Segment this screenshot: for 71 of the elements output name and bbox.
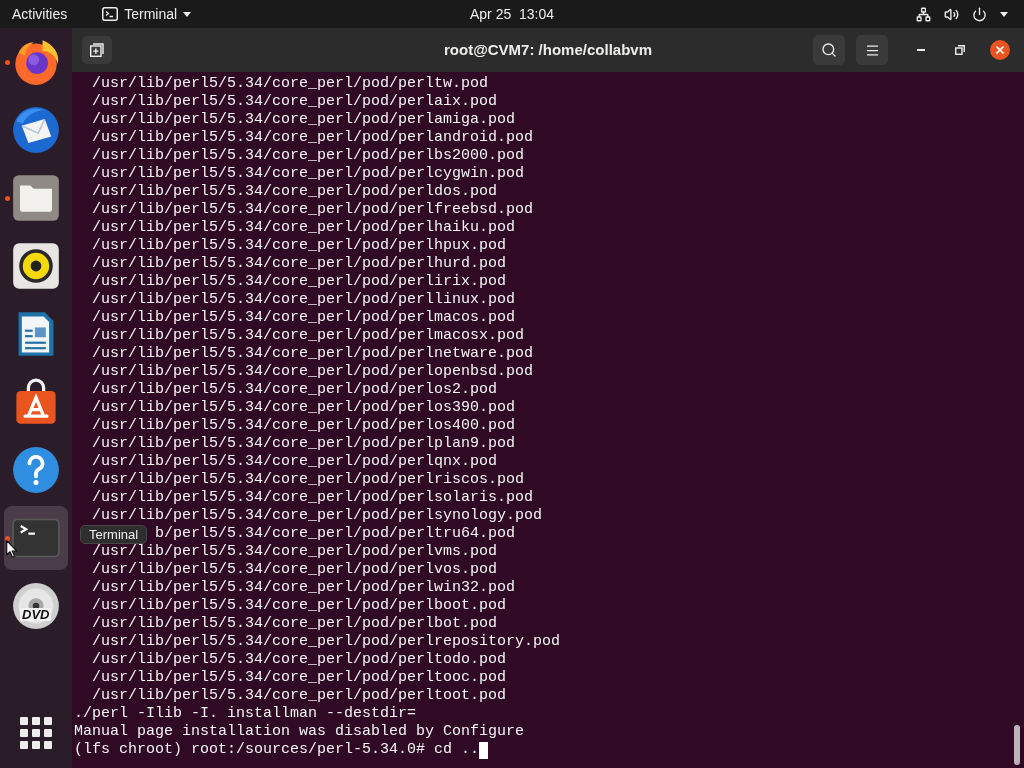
terminal-line: /usr/lib/perl5/5.34/core_perl/pod/perlvos.pod	[92, 561, 498, 578]
tooltip: Terminal	[80, 525, 148, 544]
minimize-icon	[917, 49, 925, 51]
terminal-line: /usr/lib/perl5/5.34/core_perl/pod/perlboot.pod	[92, 597, 507, 614]
terminal-line: /usr/lib/perl5/5.34/core_perl/pod/perlplan9.pod	[92, 435, 516, 452]
menu-button[interactable]	[856, 35, 888, 65]
scrollbar-thumb[interactable]	[1014, 725, 1020, 765]
terminal-line: /usr/lib/perl5/5.34/core_perl/pod/perlbot.pod	[92, 615, 498, 632]
network-icon	[916, 6, 931, 22]
caret-down-icon	[1000, 11, 1008, 17]
close-button[interactable]	[990, 40, 1010, 60]
terminal-line: /usr/lib/perl5/5.34/core_perl/pod/perlmacos.pod	[92, 309, 516, 326]
terminal-line: /usr/lib/perl5/5.34/core_perl/pod/perltoot.pod	[92, 687, 507, 704]
terminal-line: /usr/lib/perl5/5.34/core_perl/pod/perlvms.pod	[92, 543, 498, 560]
terminal-line: /usr/lib/perl5/5.34/core_perl/pod/perlsolaris.pod	[92, 489, 534, 506]
terminal-line: /usr/lib/perl5/5.34/core_perl/pod/perlamiga.pod	[92, 111, 516, 128]
dock-launcher[interactable]: DVD	[4, 574, 68, 638]
envelope-icon	[12, 106, 60, 154]
terminal-line: /usr/lib/perl5/5.34/core_perl/pod/perlqnx.pod	[92, 453, 498, 470]
new-tab-button[interactable]	[82, 36, 112, 64]
terminal-line: /usr/lib/perl5/5.34/core_perl/pod/perlbs2000.pod	[92, 147, 525, 164]
terminal-line: /usr/lib/perl5/5.34/core_perl/pod/perlwin32.pod	[92, 579, 516, 596]
speaker-icon	[12, 242, 60, 290]
grid-icon	[20, 717, 52, 749]
activities-button[interactable]: Activities	[0, 0, 80, 28]
terminal-line: /usr/lib/perl5/5.34/core_perl/pod/perlopenbsd.pod	[92, 363, 534, 380]
terminal-line: /usr/lib/perl5/5.34/core_perl/pod/perlrepository.pod	[92, 633, 561, 650]
terminal-line: b/perl5/5.34/core_perl/pod/perltru64.pod	[155, 525, 516, 542]
clock-button[interactable]: Apr 25 13:04	[459, 0, 565, 28]
power-icon	[972, 6, 987, 22]
terminal-line: /usr/lib/perl5/5.34/core_perl/pod/perlhpux.pod	[92, 237, 507, 254]
restore-icon	[955, 45, 965, 55]
close-icon	[996, 46, 1004, 54]
terminal-icon	[102, 7, 119, 21]
app-menu-button[interactable]: Terminal	[94, 0, 200, 28]
folder-icon	[12, 174, 60, 222]
terminal-line: /usr/lib/perl5/5.34/core_perl/pod/perltooc.pod	[92, 669, 507, 686]
terminal-line: /usr/lib/perl5/5.34/core_perl/pod/perlriscos.pod	[92, 471, 525, 488]
caret-down-icon	[183, 11, 192, 17]
terminal-line: /usr/lib/perl5/5.34/core_perl/pod/perlcygwin.pod	[92, 165, 525, 182]
terminal-line: /usr/lib/perl5/5.34/core_perl/pod/perlhurd.pod	[92, 255, 507, 272]
disc-label: DVD	[20, 608, 52, 621]
flame-globe-icon	[12, 38, 60, 86]
terminal-line: ./perl -Ilib -I. installman --destdir=	[74, 705, 417, 722]
new-tab-icon	[90, 43, 104, 57]
terminal-line: /usr/lib/perl5/5.34/core_perl/pod/perltodo.pod	[92, 651, 507, 668]
terminal-line: /usr/lib/perl5/5.34/core_perl/pod/perlfreebsd.pod	[92, 201, 534, 218]
help-icon	[12, 446, 60, 494]
terminal-line: /usr/lib/perl5/5.34/core_perl/pod/perlaix.pod	[92, 93, 498, 110]
search-button[interactable]	[813, 35, 845, 65]
terminal-line: /usr/lib/perl5/5.34/core_perl/pod/perlos390.pod	[92, 399, 516, 416]
terminal-line: /usr/lib/perl5/5.34/core_perl/pod/perldos.pod	[92, 183, 498, 200]
cursor-block-icon	[479, 741, 489, 759]
terminal-line: /usr/lib/perl5/5.34/core_perl/pod/perlhaiku.pod	[92, 219, 516, 236]
terminal-line: Manual page installation was disabled by Configure	[74, 723, 525, 740]
menu-icon	[864, 42, 880, 58]
terminal-line: /usr/lib/perl5/5.34/core_perl/pod/perlsynology.pod	[92, 507, 543, 524]
volume-icon	[944, 6, 959, 22]
terminal-line: /usr/lib/perl5/5.34/core_perl/pod/perllinux.pod	[92, 291, 516, 308]
search-icon	[821, 42, 837, 58]
terminal-line: /usr/lib/perl5/5.34/core_perl/pod/perlos400.pod	[92, 417, 516, 434]
terminal-line: /usr/lib/perl5/5.34/core_perl/pod/perlandroid.pod	[92, 129, 534, 146]
shell-prompt: (lfs chroot) root:/sources/perl-5.34.0# cd ..	[74, 741, 480, 759]
dock-launcher[interactable]	[4, 506, 68, 570]
mouse-pointer-icon	[6, 540, 18, 558]
terminal-line: /usr/lib/perl5/5.34/core_perl/pod/perlirix.pod	[92, 273, 507, 290]
terminal-line: /usr/lib/perl5/5.34/core_perl/pod/perltw.pod	[92, 75, 489, 92]
window-title: root@CVM7: /home/collabvm	[443, 39, 653, 60]
terminal-line: /usr/lib/perl5/5.34/core_perl/pod/perlnetware.pod	[92, 345, 534, 362]
terminal-line: /usr/lib/perl5/5.34/core_perl/pod/perlos2.pod	[92, 381, 498, 398]
terminal-line: /usr/lib/perl5/5.34/core_perl/pod/perlmacosx.pod	[92, 327, 525, 344]
